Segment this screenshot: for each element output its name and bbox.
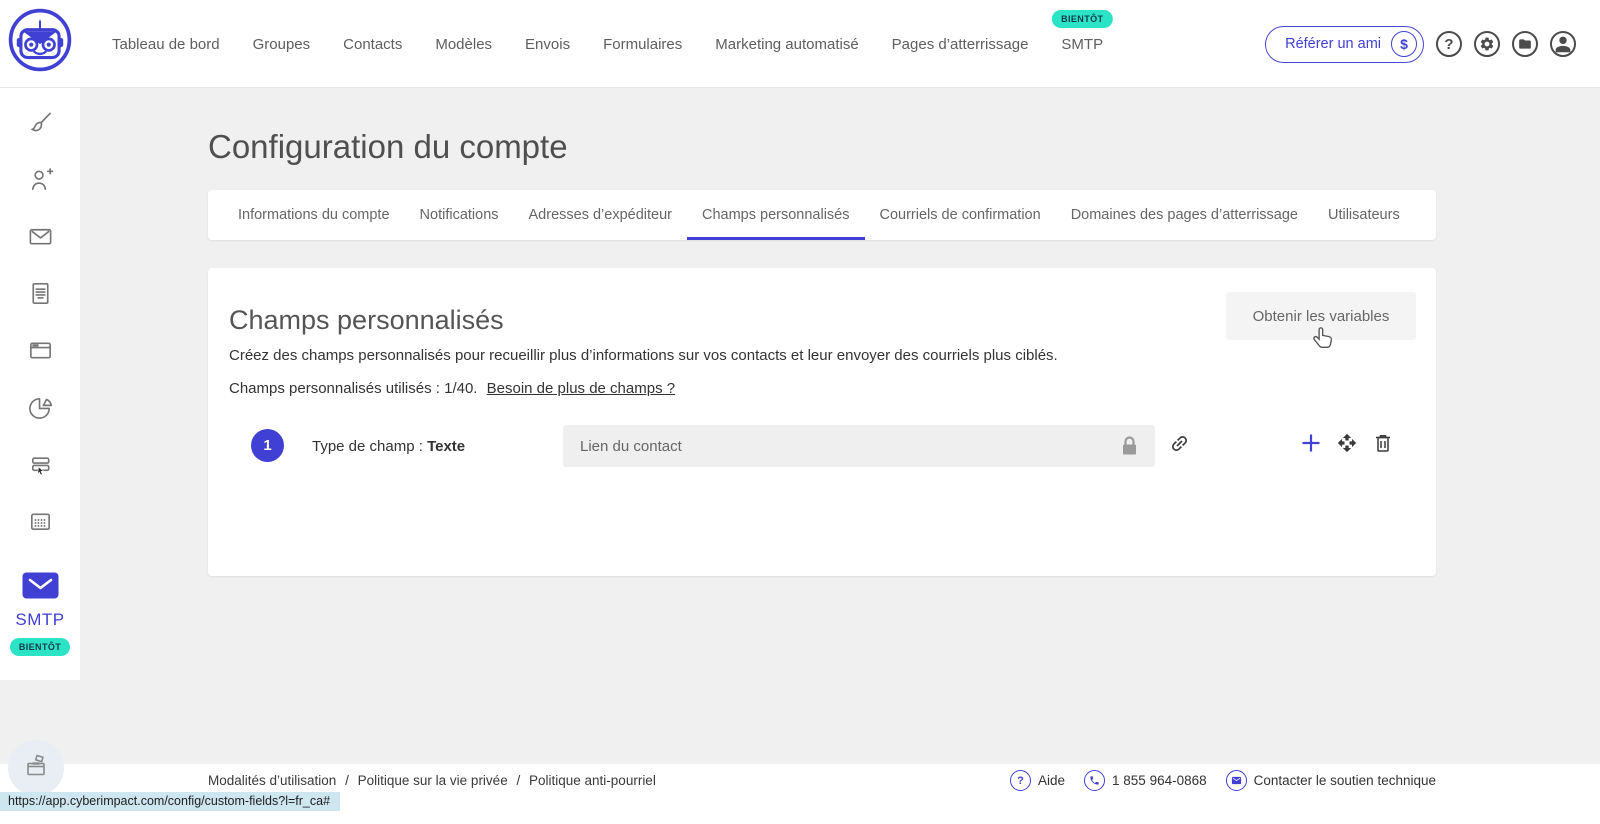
smtp-soon-badge: BIENTÔT [1052,9,1113,28]
left-sidebar: SMTP BIENTÔT [0,88,80,680]
account-icon[interactable] [1550,31,1576,57]
tab-courriels-confirmation[interactable]: Courriels de confirmation [865,190,1056,240]
field-type-label: Type de champ : Texte [312,438,466,455]
tab-notifications[interactable]: Notifications [405,190,514,240]
refer-friend-button[interactable]: Référer un ami $ [1265,25,1424,63]
browser-status-bar: https://app.cyberimpact.com/config/custo… [0,792,341,811]
pie-chart-icon[interactable] [27,394,54,421]
mail-icon [1225,770,1247,791]
nav-groupes[interactable]: Groupes [253,36,311,53]
field-name-input[interactable] [563,425,1155,467]
help-circle-icon: ? [1010,770,1031,791]
tab-domaines-pages-atterrissage[interactable]: Domaines des pages d’atterrissage [1056,190,1313,240]
app-logo[interactable] [0,0,80,88]
help-link[interactable]: ? Aide [1010,770,1065,791]
add-field-icon[interactable] [1301,433,1321,458]
contact-support-link[interactable]: Contacter le soutien technique [1225,770,1436,791]
smtp-label: SMTP [15,610,65,629]
browser-window-icon[interactable] [27,337,54,364]
nav-pages-atterrissage[interactable]: Pages d’atterrissage [892,36,1029,53]
person-add-icon[interactable] [27,166,54,193]
calendar-icon[interactable] [27,508,54,535]
delete-field-icon[interactable] [1374,433,1392,458]
dollar-icon: $ [1391,31,1417,57]
link-politique-vie-privee[interactable]: Politique sur la vie privée [358,773,508,788]
settings-tabs: Informations du compte Notifications Adr… [208,190,1436,240]
get-variables-button[interactable]: Obtenir les variables [1226,292,1416,340]
custom-fields-card: Champs personnalisés Créez des champs pe… [208,268,1436,576]
card-description: Créez des champs personnalisés pour recu… [229,347,1058,364]
tab-adresses-expediteur[interactable]: Adresses d’expéditeur [514,190,687,240]
page-title: Configuration du compte [208,128,568,165]
legal-links: Modalités d’utilisation / Politique sur … [208,773,656,788]
settings-gear-icon[interactable] [1474,31,1500,57]
nav-tableau-de-bord[interactable]: Tableau de bord [112,36,220,53]
field-type-value: Texte [427,438,466,455]
phone-number[interactable]: 1 855 964-0868 [1084,770,1207,791]
brush-icon[interactable] [27,109,54,136]
ballot-box-icon [20,750,52,787]
tab-utilisateurs[interactable]: Utilisateurs [1313,190,1415,240]
header-actions: Référer un ami $ ? [1265,0,1576,88]
envelope-icon[interactable] [27,223,54,250]
link-politique-anti-pourriel[interactable]: Politique anti-pourriel [529,773,656,788]
nav-marketing-automatise[interactable]: Marketing automatisé [715,36,858,53]
lock-icon [1120,435,1139,461]
tab-informations-du-compte[interactable]: Informations du compte [223,190,405,240]
top-header: Tableau de bord Groupes Contacts Modèles… [0,0,1600,88]
move-field-icon[interactable] [1337,433,1357,458]
link-icon[interactable] [1169,433,1190,459]
help-icon[interactable]: ? [1436,31,1462,57]
suggestion-box-button[interactable] [8,740,64,796]
nav-envois[interactable]: Envois [525,36,570,53]
main-nav: Tableau de bord Groupes Contacts Modèles… [112,0,1113,88]
document-icon[interactable] [27,280,54,307]
tab-champs-personnalises[interactable]: Champs personnalisés [687,190,865,240]
robot-logo-icon [7,7,73,88]
card-heading: Champs personnalisés [229,305,504,335]
nav-formulaires[interactable]: Formulaires [603,36,682,53]
need-more-fields-link[interactable]: Besoin de plus de champs ? [487,380,675,397]
folder-icon[interactable] [1512,31,1538,57]
smtp-sidebar-badge: BIENTÔT [9,638,71,656]
nav-smtp[interactable]: BIENTÔT SMTP [1052,9,1113,53]
nav-modeles[interactable]: Modèles [435,36,492,53]
link-modalites[interactable]: Modalités d’utilisation [208,773,336,788]
field-index-badge: 1 [251,429,284,462]
nav-contacts[interactable]: Contacts [343,36,402,53]
phone-icon [1084,770,1106,791]
form-cursor-icon[interactable] [27,451,54,478]
usage-count-text: Champs personnalisés utilisés : 1/40. [229,380,478,397]
sidebar-item-smtp[interactable]: SMTP BIENTÔT [0,572,80,656]
fields-usage: Champs personnalisés utilisés : 1/40. Be… [229,380,675,397]
support-links: ? Aide 1 855 964-0868 Contacter le souti… [1010,770,1436,791]
smtp-envelope-icon [22,572,59,604]
